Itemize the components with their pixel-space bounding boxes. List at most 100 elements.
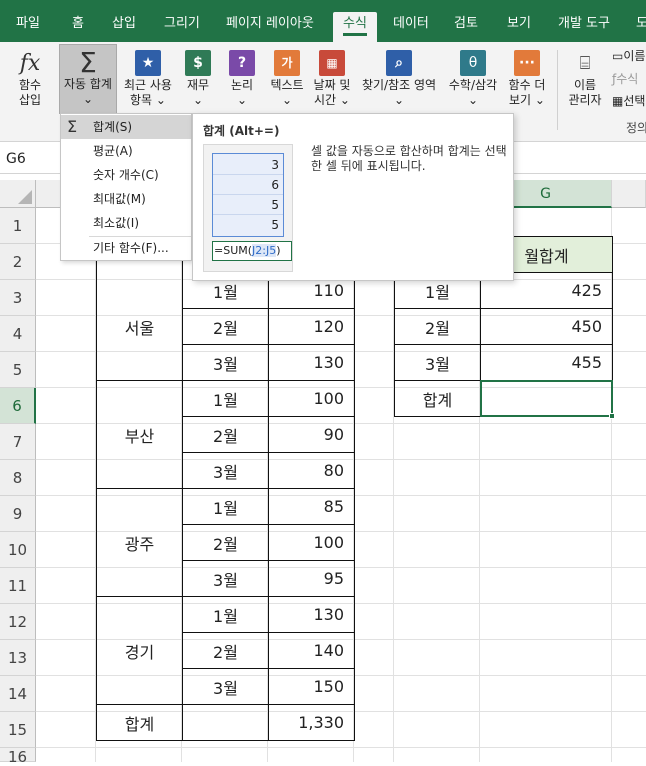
summary-month-cell[interactable]: 2월 [395, 309, 480, 344]
tab-developer[interactable]: 개발 도구 [548, 12, 620, 42]
ellipsis-book-icon: ··· [514, 50, 540, 76]
star-book-icon: ★ [135, 50, 161, 76]
value-cell[interactable]: 130 [269, 345, 354, 380]
value-cell[interactable]: 90 [269, 417, 354, 452]
tab-home[interactable]: 홈 [62, 12, 94, 42]
tooltip-number: 3 [271, 158, 279, 172]
financial-button[interactable]: $ 재무 ⌄ [180, 46, 216, 108]
month-cell[interactable]: 2월 [183, 417, 268, 452]
total-label-cell[interactable]: 합계 [97, 705, 182, 740]
menu-item-more-functions[interactable]: 기타 함수(F)... [61, 236, 191, 260]
row-header-7[interactable]: 7 [0, 424, 36, 460]
text-button[interactable]: 가 텍스트 ⌄ [265, 46, 309, 108]
month-cell[interactable]: 3월 [183, 453, 268, 488]
month-cell[interactable]: 1월 [183, 489, 268, 524]
month-cell[interactable]: 2월 [183, 309, 268, 344]
lookup-button[interactable]: ⌕ 찾기/참조 영역 ⌄ [357, 46, 441, 108]
insert-function-button[interactable]: fx 함수 삽입 [8, 46, 52, 108]
tab-file[interactable]: 파일 [6, 12, 50, 42]
month-cell[interactable]: 1월 [183, 381, 268, 416]
name-manager-button[interactable]: ⌸ 이름 관리자 [563, 46, 607, 108]
row-header-16[interactable]: 16 [0, 748, 36, 766]
use-in-formula-label: 수식 [616, 72, 639, 86]
tab-view[interactable]: 보기 [497, 12, 541, 42]
row-header-1[interactable]: 1 [0, 208, 36, 244]
name-box[interactable]: G6 [6, 148, 56, 170]
active-cell-g6[interactable] [480, 380, 613, 417]
row-header-6[interactable]: 6 [0, 388, 36, 424]
financial-chevron: ⌄ [192, 93, 204, 107]
tab-page-layout[interactable]: 페이지 레이아웃 [216, 12, 324, 42]
region-cell[interactable]: 경기 [97, 597, 182, 704]
menu-item-average[interactable]: 평균(A) [61, 139, 191, 163]
value-cell[interactable]: 100 [269, 525, 354, 560]
select-all-corner[interactable] [0, 180, 36, 208]
autosum-dropdown-menu: Σ 합계(S) 평균(A) 숫자 개수(C) 최대값(M) 최소값(I) 기타 … [60, 113, 192, 261]
total-value-cell[interactable]: 1,330 [269, 705, 354, 740]
summary-value-cell[interactable]: 450 [481, 309, 612, 344]
logical-button[interactable]: ? 논리 ⌄ [224, 46, 260, 108]
row-header-10[interactable]: 10 [0, 532, 36, 568]
use-in-formula-button[interactable]: ƒ수식 [612, 70, 638, 87]
tab-more[interactable]: 도 [626, 12, 646, 42]
row-header-13[interactable]: 13 [0, 640, 36, 676]
tab-formulas[interactable]: 수식 [333, 12, 377, 42]
value-cell[interactable]: 100 [269, 381, 354, 416]
corner-triangle-icon [18, 190, 32, 204]
value-cell[interactable]: 85 [269, 489, 354, 524]
math-chevron: ⌄ [467, 93, 479, 107]
tab-insert[interactable]: 삽입 [102, 12, 146, 42]
value-cell[interactable]: 120 [269, 309, 354, 344]
summary-value-cell[interactable]: 455 [481, 345, 612, 380]
tab-review[interactable]: 검토 [444, 12, 488, 42]
create-from-selection-button[interactable]: ▦선택 [612, 92, 645, 109]
row-header-3[interactable]: 3 [0, 280, 36, 316]
menu-item-min[interactable]: 최소값(I) [61, 211, 191, 235]
value-cell[interactable]: 80 [269, 453, 354, 488]
summary-total-label-cell[interactable]: 합계 [395, 381, 480, 416]
tab-data[interactable]: 데이터 [383, 12, 439, 42]
menu-item-count[interactable]: 숫자 개수(C) [61, 163, 191, 187]
value-cell[interactable]: 150 [269, 669, 354, 704]
datetime-button[interactable]: ▦ 날짜 및 시간 ⌄ [311, 46, 353, 108]
math-trig-button[interactable]: θ 수학/삼각 ⌄ [445, 46, 501, 108]
row-header-12[interactable]: 12 [0, 604, 36, 640]
month-cell[interactable]: 2월 [183, 633, 268, 668]
column-header-h[interactable] [612, 180, 646, 208]
row-header-11[interactable]: 11 [0, 568, 36, 604]
region-cell[interactable]: 광주 [97, 489, 182, 596]
region-cell[interactable]: 서울 [97, 273, 182, 380]
row-header-9[interactable]: 9 [0, 496, 36, 532]
month-cell[interactable]: 3월 [183, 345, 268, 380]
recent-functions-button[interactable]: ★ 최근 사용 항목 ⌄ [120, 46, 176, 108]
define-name-label: 이름 [623, 49, 646, 63]
tooltip-description: 셀 값을 자동으로 합산하며 합계는 선택한 셀 뒤에 표시됩니다. [311, 144, 507, 173]
value-cell[interactable]: 95 [269, 561, 354, 596]
tab-formulas-label: 수식 [343, 16, 367, 36]
menu-item-max[interactable]: 최대값(M) [61, 187, 191, 211]
value-cell[interactable]: 140 [269, 633, 354, 668]
month-cell[interactable]: 3월 [183, 561, 268, 596]
month-cell[interactable]: 3월 [183, 669, 268, 704]
autosum-button[interactable]: Σ 자동 합계 ⌄ [59, 44, 117, 114]
formula-ref: J2:J5 [252, 244, 277, 257]
more-functions-button[interactable]: ··· 함수 더 보기 ⌄ [504, 46, 550, 108]
row-header-5[interactable]: 5 [0, 352, 36, 388]
tab-draw[interactable]: 그리기 [154, 12, 210, 42]
name-manager-icon: ⌸ [579, 52, 591, 74]
text-book-icon: 가 [274, 50, 300, 76]
fill-handle[interactable] [609, 413, 615, 419]
define-name-button[interactable]: ▭이름 [612, 47, 645, 64]
value-cell[interactable]: 130 [269, 597, 354, 632]
row-header-14[interactable]: 14 [0, 676, 36, 712]
summary-month-cell[interactable]: 3월 [395, 345, 480, 380]
month-cell[interactable]: 2월 [183, 525, 268, 560]
row-header-2[interactable]: 2 [0, 244, 36, 280]
month-cell[interactable]: 1월 [183, 597, 268, 632]
row-header-8[interactable]: 8 [0, 460, 36, 496]
row-header-15[interactable]: 15 [0, 712, 36, 748]
menu-item-sum[interactable]: Σ 합계(S) [61, 115, 191, 139]
region-cell[interactable]: 부산 [97, 381, 182, 488]
row-header-4[interactable]: 4 [0, 316, 36, 352]
recent-label-2: 항목 ⌄ [130, 93, 166, 107]
